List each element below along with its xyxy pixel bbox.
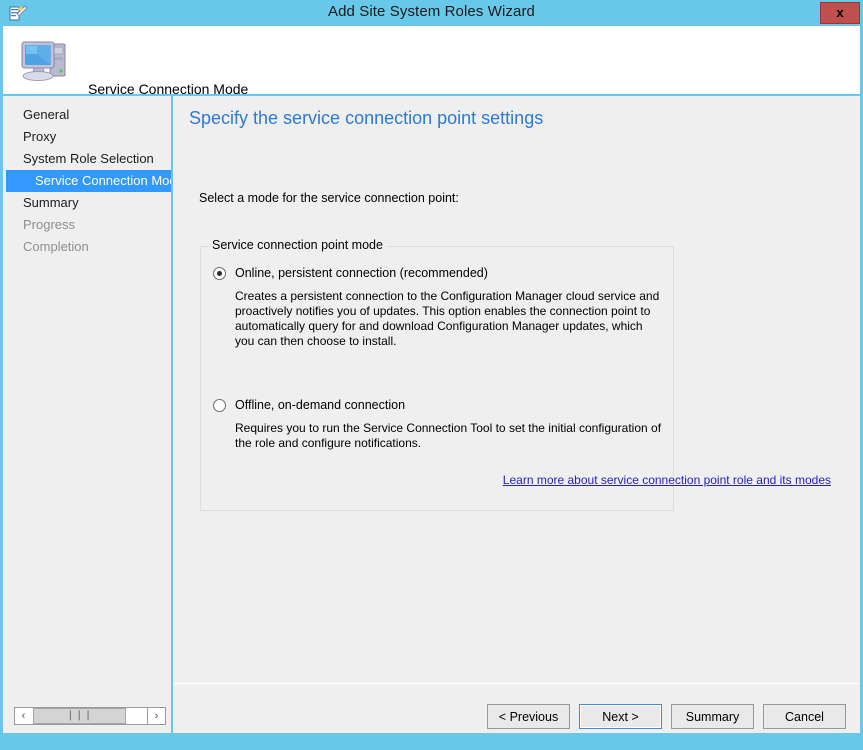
radio-online-persistent-mark[interactable] xyxy=(213,267,226,280)
learn-more-link[interactable]: Learn more about service connection poin… xyxy=(503,473,831,487)
close-button[interactable]: x xyxy=(820,2,860,24)
button-bar-separator xyxy=(173,683,860,684)
radio-online-persistent-description: Creates a persistent connection to the C… xyxy=(235,289,660,348)
radio-online-persistent-label: Online, persistent connection (recommend… xyxy=(235,266,488,280)
previous-button[interactable]: < Previous xyxy=(487,704,570,729)
radio-offline-on-demand-description: Requires you to run the Service Connecti… xyxy=(235,421,662,450)
group-legend: Service connection point mode xyxy=(208,238,387,252)
computer-icon xyxy=(17,32,73,88)
sidebar-item-system-role-selection[interactable]: System Role Selection xyxy=(3,148,171,170)
sidebar-item-proxy[interactable]: Proxy xyxy=(3,126,171,148)
cancel-button[interactable]: Cancel xyxy=(763,704,846,729)
title-bar: Add Site System Roles Wizard x xyxy=(0,0,863,26)
scroll-left-arrow-icon[interactable]: ‹ xyxy=(15,708,32,724)
scrollbar-thumb[interactable]: ❘❘❘ xyxy=(33,708,126,724)
sidebar-horizontal-scrollbar[interactable]: ‹ ❘❘❘ › xyxy=(14,707,166,725)
sidebar-item-general[interactable]: General xyxy=(3,104,171,126)
radio-offline-on-demand-mark[interactable] xyxy=(213,399,226,412)
sidebar-item-completion: Completion xyxy=(23,239,89,254)
wizard-button-bar: < Previous Next > Summary Cancel xyxy=(487,704,846,729)
radio-offline-on-demand-label: Offline, on-demand connection xyxy=(235,398,406,412)
wizard-banner: Service Connection Mode xyxy=(3,26,860,97)
radio-offline-on-demand[interactable]: Offline, on-demand connection xyxy=(213,398,405,412)
radio-online-persistent[interactable]: Online, persistent connection (recommend… xyxy=(213,266,488,280)
sidebar-item-service-connection-mode[interactable]: Service Connection Mode xyxy=(6,170,171,192)
window-title: Add Site System Roles Wizard xyxy=(327,3,536,20)
sidebar-item-progress: Progress xyxy=(23,217,76,232)
wizard-sidebar: General Proxy System Role Selection Serv… xyxy=(3,96,171,733)
summary-button[interactable]: Summary xyxy=(671,704,754,729)
wizard-window: Add Site System Roles Wizard x Service C… xyxy=(0,0,863,750)
wizard-content: Specify the service connection point set… xyxy=(173,96,860,733)
service-connection-mode-group xyxy=(200,246,674,511)
banner-title: Service Connection Mode xyxy=(88,81,249,97)
sidebar-item-summary[interactable]: Summary xyxy=(3,192,171,214)
next-button[interactable]: Next > xyxy=(579,704,662,729)
page-title: Specify the service connection point set… xyxy=(189,108,544,128)
wizard-steps-list: General Proxy System Role Selection Serv… xyxy=(3,104,171,258)
mode-prompt-label: Select a mode for the service connection… xyxy=(199,191,459,205)
scroll-right-arrow-icon[interactable]: › xyxy=(147,708,165,724)
